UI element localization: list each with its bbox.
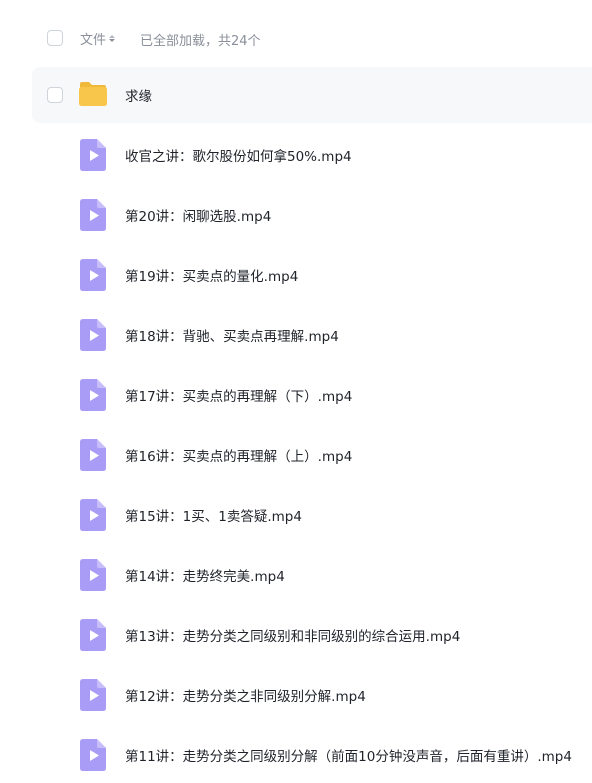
- file-name: 第15讲：1买、1卖答疑.mp4: [125, 509, 302, 525]
- file-row[interactable]: 第17讲：买卖点的再理解（下）.mp4: [32, 367, 592, 423]
- folder-name: 求缘: [125, 89, 152, 105]
- file-name: 第19讲：买卖点的量化.mp4: [125, 269, 299, 285]
- folder-row[interactable]: 求缘: [32, 67, 592, 123]
- file-row[interactable]: 第16讲：买卖点的再理解（上）.mp4: [32, 427, 592, 483]
- file-name: 第18讲：背驰、买卖点再理解.mp4: [125, 329, 339, 345]
- file-row[interactable]: 第11讲：走势分类之同级别分解（前面10分钟没声音，后面有重讲）.mp4: [32, 727, 592, 783]
- file-name: 第12讲：走势分类之非同级别分解.mp4: [125, 689, 366, 705]
- video-file-icon: [80, 199, 106, 231]
- sort-label: 文件: [80, 33, 107, 48]
- file-name: 第11讲：走势分类之同级别分解（前面10分钟没声音，后面有重讲）.mp4: [125, 749, 572, 765]
- file-row[interactable]: 第15讲：1买、1卖答疑.mp4: [32, 487, 592, 543]
- file-name: 第20讲：闲聊选股.mp4: [125, 209, 272, 225]
- video-file-icon: [80, 739, 106, 771]
- video-file-icon: [80, 379, 106, 411]
- folder-icon: [79, 82, 107, 106]
- file-name: 第14讲：走势终完美.mp4: [125, 569, 285, 585]
- video-file-icon: [80, 499, 106, 531]
- sort-caret-icon: [109, 35, 116, 42]
- file-row[interactable]: 第13讲：走势分类之同级别和非同级别的综合运用.mp4: [32, 607, 592, 663]
- file-row[interactable]: 第19讲：买卖点的量化.mp4: [32, 247, 592, 303]
- file-row[interactable]: 第12讲：走势分类之非同级别分解.mp4: [32, 667, 592, 723]
- select-all-checkbox[interactable]: [47, 30, 63, 46]
- file-row[interactable]: 收官之讲：歌尔股份如何拿50%.mp4: [32, 127, 592, 183]
- row-checkbox[interactable]: [47, 87, 63, 103]
- video-file-icon: [80, 559, 106, 591]
- file-name: 第17讲：买卖点的再理解（下）.mp4: [125, 389, 353, 405]
- file-row[interactable]: 第20讲：闲聊选股.mp4: [32, 187, 592, 243]
- file-row[interactable]: 第14讲：走势终完美.mp4: [32, 547, 592, 603]
- video-file-icon: [80, 619, 106, 651]
- sort-by-filename-button[interactable]: 文件: [80, 29, 116, 48]
- load-status: 已全部加载，共24个: [140, 34, 261, 49]
- video-file-icon: [80, 319, 106, 351]
- video-file-icon: [80, 259, 106, 291]
- file-row[interactable]: 第18讲：背驰、买卖点再理解.mp4: [32, 307, 592, 363]
- video-file-icon: [80, 439, 106, 471]
- video-file-icon: [80, 139, 106, 171]
- file-name: 收官之讲：歌尔股份如何拿50%.mp4: [125, 149, 352, 165]
- video-file-icon: [80, 679, 106, 711]
- file-name: 第16讲：买卖点的再理解（上）.mp4: [125, 449, 353, 465]
- file-name: 第13讲：走势分类之同级别和非同级别的综合运用.mp4: [125, 629, 461, 645]
